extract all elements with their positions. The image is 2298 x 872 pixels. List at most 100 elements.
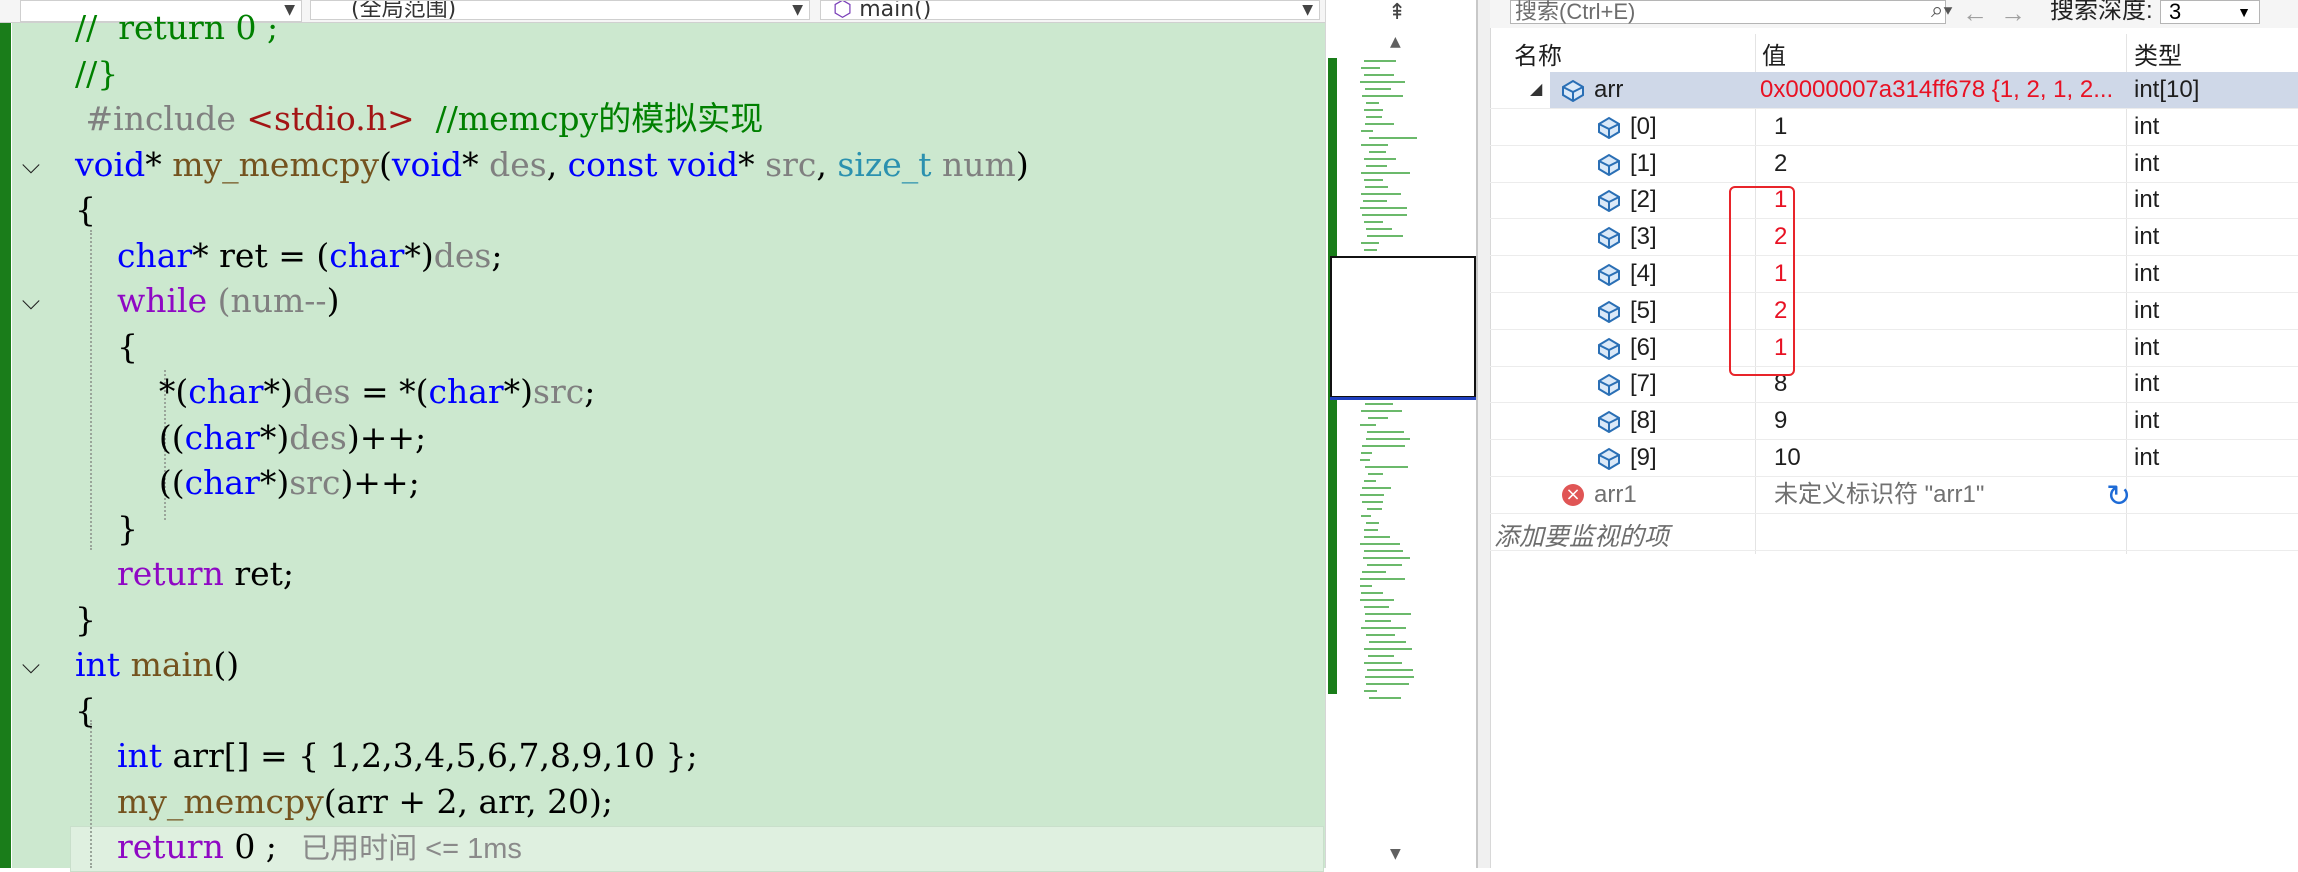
code-token: char [184, 417, 260, 457]
watch-row-element[interactable]: [9] 10 int [1490, 440, 2298, 477]
scroll-up-arrow[interactable]: ▲ [1390, 34, 1401, 50]
watch-name: [9] [1630, 444, 1657, 471]
code-token: des [289, 417, 347, 457]
code-line[interactable]: void* my_memcpy(void* des, const void* s… [75, 143, 1029, 187]
code-line[interactable]: char* ret = (char*)des; [75, 234, 503, 278]
watch-value: 1 [1774, 112, 1788, 140]
code-token: num [931, 144, 1016, 184]
watch-row-element[interactable]: [2] 1 int [1490, 182, 2298, 220]
code-line[interactable]: //} [75, 52, 118, 96]
code-line[interactable]: return 0 ; 已用时间 <= 1ms [75, 825, 522, 869]
watch-value: 1 [1774, 333, 1788, 361]
watch-row-element[interactable]: [4] 1 int [1490, 256, 2298, 293]
code-token: * [145, 144, 173, 184]
minimap-code-tick [1363, 557, 1410, 559]
watch-row-element[interactable]: [0] 1 int [1490, 109, 2298, 146]
refresh-icon[interactable]: ↻ [2106, 479, 2131, 514]
watch-row-error[interactable]: × arr1 未定义标识符 "arr1" ↻ [1490, 477, 2298, 514]
fold-toggle-main[interactable]: ⌵ [18, 652, 44, 678]
minimap-code-tick [1366, 102, 1379, 104]
code-token: )++; [346, 417, 427, 457]
minimap-code-tick [1364, 662, 1402, 664]
code-editor[interactable]: ▼ (全局范围) ▼ ⬡ main() ▼ ⌵ ⌵ ⌵ // return 0 … [0, 0, 1325, 872]
code-token: } [75, 508, 138, 548]
minimap-code-tick [1366, 165, 1387, 167]
watch-name: [0] [1630, 112, 1657, 140]
code-token: char [184, 463, 260, 502]
back-arrow-icon[interactable]: ← [1962, 0, 1988, 29]
code-line[interactable]: int arr[] = { 1,2,3,4,5,6,7,8,9,10 }; [75, 734, 698, 778]
code-line[interactable]: { [75, 188, 96, 232]
code-token: char [116, 235, 193, 275]
minimap-code-tick [1360, 207, 1407, 209]
minimap-code-tick [1364, 536, 1390, 538]
code-token: // return 0 ; [75, 8, 279, 47]
code-line[interactable]: my_memcpy(arr + 2, arr, 20); [75, 780, 613, 824]
collapse-arrow-icon[interactable]: ◢ [1530, 72, 1542, 108]
code-line[interactable]: { [75, 325, 138, 369]
minimap-code-tick [1361, 410, 1402, 412]
watch-type: int [2134, 112, 2160, 140]
minimap-viewport[interactable] [1330, 256, 1476, 400]
minimap-code-tick [1369, 151, 1386, 153]
watch-row-element[interactable]: [5] 2 int [1490, 293, 2298, 330]
code-line[interactable]: { [75, 689, 96, 733]
code-line[interactable]: while (num--) [75, 279, 340, 323]
vertical-scrollbar-minimap[interactable]: ⇞ ▲ ▼ [1325, 0, 1476, 868]
code-token: )++; [340, 463, 420, 502]
code-token: *( [75, 372, 189, 411]
search-placeholder: 搜索(Ctrl+E) [1515, 0, 1636, 24]
code-token: arr[] = { 1,2,3,4,5,6,7,8,9,10 }; [162, 736, 698, 775]
minimap-code-tick [1364, 179, 1383, 181]
minimap-code-tick [1361, 144, 1388, 146]
column-header-name[interactable]: 名称 [1514, 36, 1562, 71]
watch-row-arr[interactable]: ◢ arr 0x0000007a314ff678 {1, 2, 1, 2... int… [1490, 72, 2298, 109]
minimap-code-tick [1361, 67, 1380, 69]
scope-label: (全局范围) [351, 0, 457, 20]
splitter-icon[interactable]: ⇞ [1388, 0, 1406, 25]
function-dropdown[interactable]: ⬡ main() ▼ [820, 0, 1320, 20]
code-line[interactable]: } [75, 598, 96, 642]
scope-dropdown[interactable]: (全局范围) ▼ [310, 0, 810, 20]
watch-row-element[interactable]: [7] 8 int [1490, 366, 2298, 404]
fold-toggle-while[interactable]: ⌵ [18, 288, 44, 314]
code-line[interactable]: *(char*)des = *(char*)src; [75, 370, 595, 414]
column-header-value[interactable]: 值 [1762, 36, 1786, 71]
minimap-code-tick [1360, 459, 1370, 461]
code-token: <stdio.h> [246, 99, 415, 138]
code-line[interactable]: #include <stdio.h> //memcpy的模拟实现 [75, 97, 763, 141]
watch-type: int [2134, 223, 2160, 251]
scroll-down-arrow[interactable]: ▼ [1390, 846, 1401, 862]
perf-tip[interactable]: 已用时间 <= 1ms [277, 833, 522, 865]
watch-row-element[interactable]: [6] 1 int [1490, 330, 2298, 367]
minimap-code-tick [1361, 130, 1373, 132]
fold-toggle-my-memcpy[interactable]: ⌵ [18, 152, 44, 178]
code-token: src [765, 144, 817, 184]
code-line[interactable]: // return 0 ; [75, 6, 278, 50]
code-line[interactable]: int main() [75, 643, 239, 687]
code-line[interactable]: ((char*)src)++; [75, 461, 420, 505]
minimap-code-tick [1364, 606, 1389, 608]
code-line[interactable]: } [75, 507, 138, 551]
minimap-code-tick [1361, 515, 1371, 517]
watch-row-element[interactable]: [3] 2 int [1490, 219, 2298, 257]
search-input[interactable]: 搜索(Ctrl+E) ⌕▾ [1510, 0, 1953, 24]
watch-row-element[interactable]: [1] 2 int [1490, 146, 2298, 183]
column-header-type[interactable]: 类型 [2134, 36, 2182, 71]
watch-value: 2 [1774, 149, 1788, 177]
minimap-code-tick [1366, 116, 1382, 118]
forward-arrow-icon[interactable]: → [2000, 0, 2026, 29]
add-watch-row[interactable]: 添加要监视的项 [1490, 514, 2298, 551]
watch-row-element[interactable]: [8] 9 int [1490, 403, 2298, 441]
code-line[interactable]: ((char*)des)++; [75, 416, 426, 460]
search-icon[interactable]: ⌕▾ [1931, 0, 1953, 21]
minimap-code-tick [1369, 137, 1417, 139]
search-depth-select[interactable]: 3 ▼ [2160, 0, 2260, 24]
code-line[interactable]: return ret; [75, 552, 294, 596]
code-token: ( [379, 144, 392, 184]
code-token: { [75, 690, 96, 730]
code-token: } [75, 599, 96, 639]
code-token: (( [75, 463, 185, 502]
